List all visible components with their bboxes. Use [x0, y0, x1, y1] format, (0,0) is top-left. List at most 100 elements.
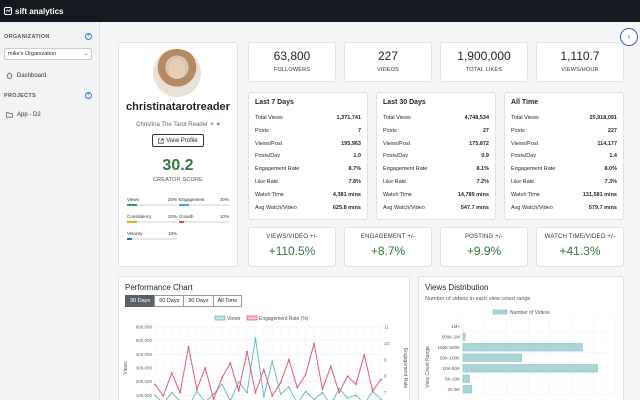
- engagement-point: [354, 383, 357, 386]
- period-row-label: Views/Post: [255, 140, 283, 147]
- change-posting: POSTING +/- +9.9%: [440, 227, 528, 267]
- sidebar-item-dashboard[interactable]: Dashboard: [6, 72, 46, 79]
- engagement-series-line: [154, 343, 382, 400]
- period-row-value: 7.8%: [348, 179, 361, 185]
- period-row-value: 547.7 mins: [460, 204, 489, 211]
- period-row-value: 7.3%: [604, 179, 617, 185]
- dashboard-icon: [6, 72, 13, 79]
- views-point: [170, 391, 173, 394]
- period-row-label: Like Rate: [511, 179, 535, 185]
- period-row: Views/Post 114,177: [511, 141, 617, 147]
- period-row: Engagement Rate 8.7%: [255, 166, 361, 172]
- y-tick-label: 400,000: [136, 352, 153, 357]
- y2-axis-label: Engagement Rate: [402, 348, 408, 389]
- legend-swatch-videos: [492, 309, 508, 315]
- category-label: 500K-1M: [442, 334, 461, 339]
- period-row-label: Engagement Rate: [255, 166, 300, 173]
- period-row-label: Posts: [255, 127, 269, 134]
- y2-tick-label: 8: [384, 374, 387, 379]
- sidebar-item-project[interactable]: App - D2: [6, 111, 41, 118]
- views-point: [237, 380, 240, 383]
- projects-heading: PROJECTS: [4, 93, 37, 99]
- y-axis-label: View Count Range: [425, 346, 431, 388]
- engagement-point: [246, 350, 248, 353]
- period-row: Posts/Day 1.0: [255, 153, 361, 159]
- period-title: All Time: [511, 99, 539, 106]
- tab-60-days[interactable]: 60 Days: [154, 295, 185, 307]
- engagement-point: [221, 376, 223, 379]
- engagement-point: [313, 342, 315, 345]
- period-row-label: Engagement Rate: [383, 166, 428, 173]
- period-row: Engagement Rate 8.0%: [511, 166, 617, 172]
- period-row-value: 25,918,091: [589, 115, 617, 121]
- period-row-value: 0.9: [481, 153, 489, 160]
- performance-line-chart: Views Engagement Rate (%) 600,000 500,000 40…: [123, 315, 408, 400]
- views-distribution-card: Views Distribution Number of videos in e…: [418, 276, 624, 400]
- period-row: Total Views 4,748,534: [383, 115, 489, 121]
- profile-display-name: Christina The Tarot Reader ✦ ♥: [136, 122, 220, 128]
- views-distribution-title: Views Distribution: [425, 283, 489, 292]
- engagement-point: [288, 358, 290, 361]
- engagement-point: [371, 390, 374, 392]
- period-row-value: 1.0: [353, 153, 361, 160]
- sift-logo-icon: [4, 7, 12, 15]
- period-row-value: 625.8 mins: [332, 204, 361, 211]
- performance-chart-card: Performance Chart 30 Days 60 Days 90 Day…: [118, 276, 410, 400]
- category-label: 50K-100K: [440, 355, 460, 360]
- period-row-label: Like Rate: [383, 179, 407, 185]
- views-point: [346, 397, 349, 399]
- creator-score-label: CREATOR SCORE: [152, 177, 204, 183]
- engagement-point: [338, 391, 341, 394]
- period-row: Like Rate 7.2%: [383, 179, 489, 185]
- engagement-point: [346, 375, 349, 378]
- period-row-label: Views/Post: [511, 140, 539, 147]
- top-bar: sift analytics: [0, 0, 640, 22]
- brand-name: sift analytics: [15, 6, 64, 16]
- sidebar: ORGANIZATION + mike's Organization ⌄ Das…: [0, 22, 100, 400]
- stat-total-likes: 1,900,000 TOTAL LIKES: [440, 42, 528, 82]
- category-label: 100K-500K: [437, 345, 460, 350]
- engagement-point: [229, 362, 232, 364]
- period-row: Views/Post 195,963: [255, 141, 361, 147]
- tab-30-days[interactable]: 30 Days: [125, 295, 156, 307]
- views-point: [271, 360, 274, 363]
- views-point: [221, 383, 223, 386]
- engagement-point: [179, 391, 182, 394]
- stat-followers: 63,800 FOLLOWERS: [248, 42, 336, 82]
- engagement-point: [187, 345, 190, 348]
- period-row: Avg Watch/Video 625.8 mins: [255, 205, 361, 211]
- view-profile-button[interactable]: View Profile: [152, 134, 204, 147]
- engagement-point: [279, 381, 282, 384]
- period-row-label: Total Views: [511, 115, 539, 121]
- legend-swatch-views: [214, 315, 226, 321]
- legend-swatch-engagement: [246, 315, 258, 321]
- add-project-icon[interactable]: +: [85, 92, 92, 99]
- category-label: 1M+: [451, 324, 460, 329]
- tab-all-time[interactable]: All Time: [212, 295, 243, 307]
- y2-tick-label: 9: [384, 357, 387, 362]
- legend-label-videos: Number of Videos: [510, 310, 550, 316]
- metric-velocity: Velocity 10%: [127, 231, 177, 240]
- engagement-point: [195, 388, 198, 391]
- period-row-value: 7: [357, 127, 361, 134]
- purple-heart-icon: ♥: [216, 122, 220, 128]
- add-organization-icon[interactable]: +: [85, 33, 92, 40]
- period-row: Engagement Rate 8.1%: [383, 166, 489, 172]
- tab-90-days[interactable]: 90 Days: [183, 295, 214, 307]
- views-point: [254, 337, 257, 339]
- period-row-label: Total Views: [255, 115, 283, 121]
- views-point: [288, 386, 290, 389]
- period-row: Posts 227: [511, 128, 617, 134]
- y-tick-label: 500,000: [136, 338, 153, 343]
- period-row-value: 227: [607, 127, 617, 134]
- organization-select[interactable]: mike's Organization ⌄: [4, 48, 92, 60]
- period-row-label: Posts/Day: [383, 153, 409, 160]
- period-row: Total Views 25,918,091: [511, 115, 617, 121]
- distribution-bar: [462, 332, 466, 341]
- stat-videos: 227 VIDEOS: [344, 42, 432, 82]
- period-row: Avg Watch/Video 547.7 mins: [383, 205, 489, 211]
- collapse-panel-button[interactable]: ‹: [620, 28, 638, 46]
- chevron-down-icon: ⌄: [83, 51, 88, 57]
- sidebar-item-label: App - D2: [17, 111, 41, 118]
- period-row-value: 8.1%: [476, 166, 489, 173]
